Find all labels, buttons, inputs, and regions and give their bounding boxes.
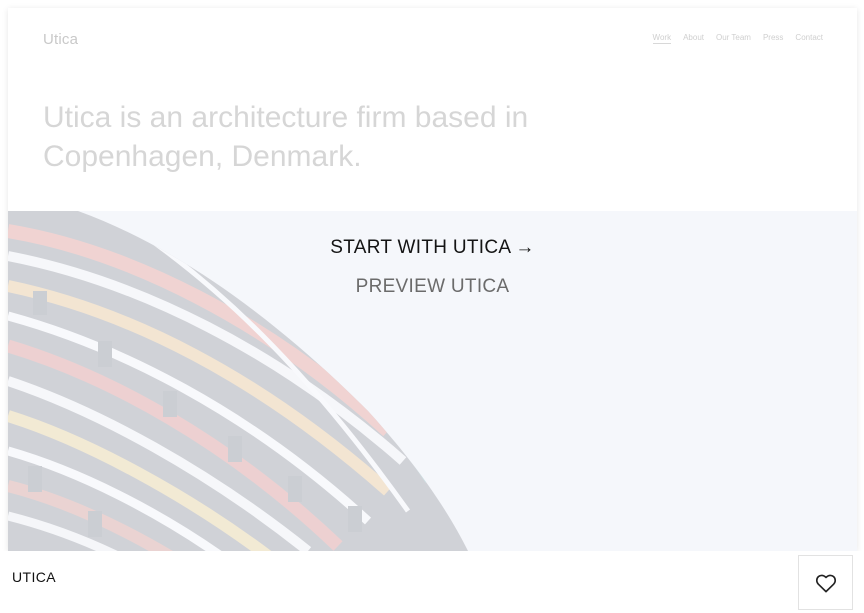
preview-nav-our-team: Our Team bbox=[715, 33, 751, 42]
start-with-template-label: START WITH UTICA bbox=[330, 237, 512, 258]
preview-nav-about: About bbox=[683, 33, 704, 42]
preview-nav-press: Press bbox=[762, 33, 784, 42]
preview-hero-image bbox=[8, 211, 857, 551]
card-footer bbox=[0, 551, 864, 613]
preview-site-heading: Utica is an architecture firm based in C… bbox=[43, 101, 529, 173]
hover-overlay bbox=[8, 211, 857, 551]
preview-site-nav: Work About Our Team Press Contact bbox=[652, 33, 823, 44]
preview-site-logo: Utica bbox=[43, 31, 79, 48]
preview-nav-work: Work bbox=[652, 33, 672, 44]
favorite-button[interactable] bbox=[798, 555, 853, 610]
start-with-template-link[interactable]: START WITH UTICA → bbox=[8, 237, 857, 259]
template-name: UTICA bbox=[12, 569, 56, 585]
arrow-right-icon: → bbox=[515, 237, 535, 258]
heart-icon bbox=[815, 574, 836, 592]
preview-header: Utica Work About Our Team Press Contact … bbox=[8, 8, 857, 211]
preview-nav-contact: Contact bbox=[795, 33, 823, 42]
preview-template-link[interactable]: PREVIEW UTICA bbox=[8, 276, 857, 298]
template-card[interactable]: Utica Work About Our Team Press Contact … bbox=[8, 8, 857, 551]
